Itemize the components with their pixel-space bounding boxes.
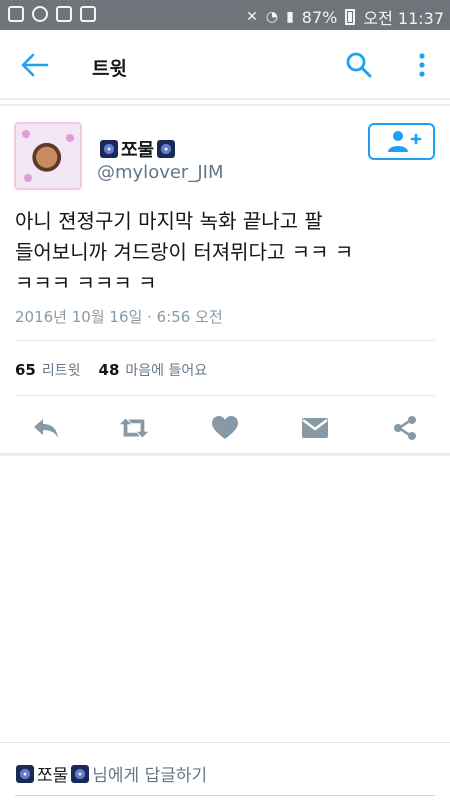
mute-icon: ✕: [246, 9, 258, 25]
signal-icon: ▮: [286, 9, 294, 25]
notification-icons: [8, 6, 96, 22]
app-notification-icon: [8, 6, 24, 22]
reply-icon: [34, 419, 58, 438]
app-bar: 트윗: [0, 30, 450, 100]
tweet-text: 아니 젼졍구기 마지막 녹화 끝나고 팔 들어보니까 겨드랑이 터져뮈다고 ㅋㅋ…: [15, 206, 435, 299]
retweet-stat[interactable]: 65 리트윗: [15, 360, 81, 380]
tweet-text-line: 아니 젼졍구기 마지막 녹화 끝나고 팔: [15, 209, 323, 233]
back-button[interactable]: [20, 52, 50, 78]
avatar-sparkle: [24, 174, 32, 182]
avatar[interactable]: [14, 122, 82, 190]
retweet-count: 65: [15, 361, 36, 379]
tweet-text-line: 들어보니까 겨드랑이 터져뮈다고 ㅋㅋ ㅋ: [15, 240, 354, 264]
divider: [15, 340, 435, 341]
tweet-detail: 쪼물 @mylover_JIM 아니 젼졍구기 마지막 녹화 끝나고 팔 들어보…: [0, 104, 450, 456]
reply-target-name: 쪼물: [37, 766, 69, 786]
display-name[interactable]: 쪼물: [100, 136, 176, 162]
tweet-actions: [0, 406, 450, 450]
reply-prompt-text: 님에게 답글하기: [92, 766, 208, 786]
like-button[interactable]: [209, 412, 241, 444]
more-vertical-icon: [419, 53, 425, 77]
tweet-text-line: ㅋㅋㅋ ㅋㅋㅋ ㅋ: [15, 271, 157, 295]
like-stat[interactable]: 48 마음에 들어요: [99, 360, 208, 380]
reply-placeholder[interactable]: 쪼물 님에게 답글하기: [16, 761, 207, 786]
battery-percent: 87%: [301, 7, 338, 27]
camera-notification-icon: [32, 6, 48, 22]
share-button[interactable]: [389, 412, 421, 444]
system-status: ✕ ◔ ▮ 87% 오전 11:37: [246, 5, 444, 29]
search-button[interactable]: [345, 51, 373, 79]
clock: 오전 11:37: [363, 9, 444, 28]
n-notification-icon: [80, 6, 96, 22]
display-name-text: 쪼물: [121, 140, 155, 161]
sparkle-emoji-icon: [100, 140, 118, 158]
retweet-icon: [119, 418, 149, 438]
reply-composer[interactable]: 쪼물 님에게 답글하기: [0, 742, 450, 800]
status-bar: ✕ ◔ ▮ 87% 오전 11:37: [0, 0, 450, 30]
retweet-button[interactable]: [118, 412, 150, 444]
sparkle-emoji-icon: [16, 764, 34, 783]
search-icon: [346, 52, 372, 78]
user-handle[interactable]: @mylover_JIM: [97, 162, 223, 183]
divider: [15, 395, 435, 396]
retweet-label: 리트윗: [41, 363, 81, 379]
avatar-sparkle: [22, 130, 30, 138]
share-icon: [394, 416, 416, 440]
image-notification-icon: [56, 6, 72, 22]
like-count: 48: [98, 361, 120, 379]
add-user-icon: [388, 131, 422, 152]
wifi-icon: ◔: [265, 9, 279, 25]
more-options-button[interactable]: [412, 50, 432, 80]
tweet-stats: 65 리트윗 48 마음에 들어요: [15, 360, 207, 380]
battery-icon: [345, 9, 356, 25]
reply-underline: [15, 795, 435, 796]
arrow-left-icon: [21, 53, 49, 77]
direct-message-button[interactable]: [299, 412, 331, 444]
message-icon: [302, 418, 328, 438]
page-title: 트윗: [92, 58, 127, 80]
heart-icon: [212, 416, 238, 439]
follow-button[interactable]: [368, 123, 435, 160]
sparkle-emoji-icon: [157, 140, 176, 158]
tweet-timestamp: 2016년 10월 16일 · 6:56 오전: [15, 308, 223, 326]
avatar-sparkle: [66, 134, 74, 142]
reply-button[interactable]: [30, 412, 62, 444]
like-label: 마음에 들어요: [125, 363, 208, 379]
sparkle-emoji-icon: [71, 764, 90, 783]
